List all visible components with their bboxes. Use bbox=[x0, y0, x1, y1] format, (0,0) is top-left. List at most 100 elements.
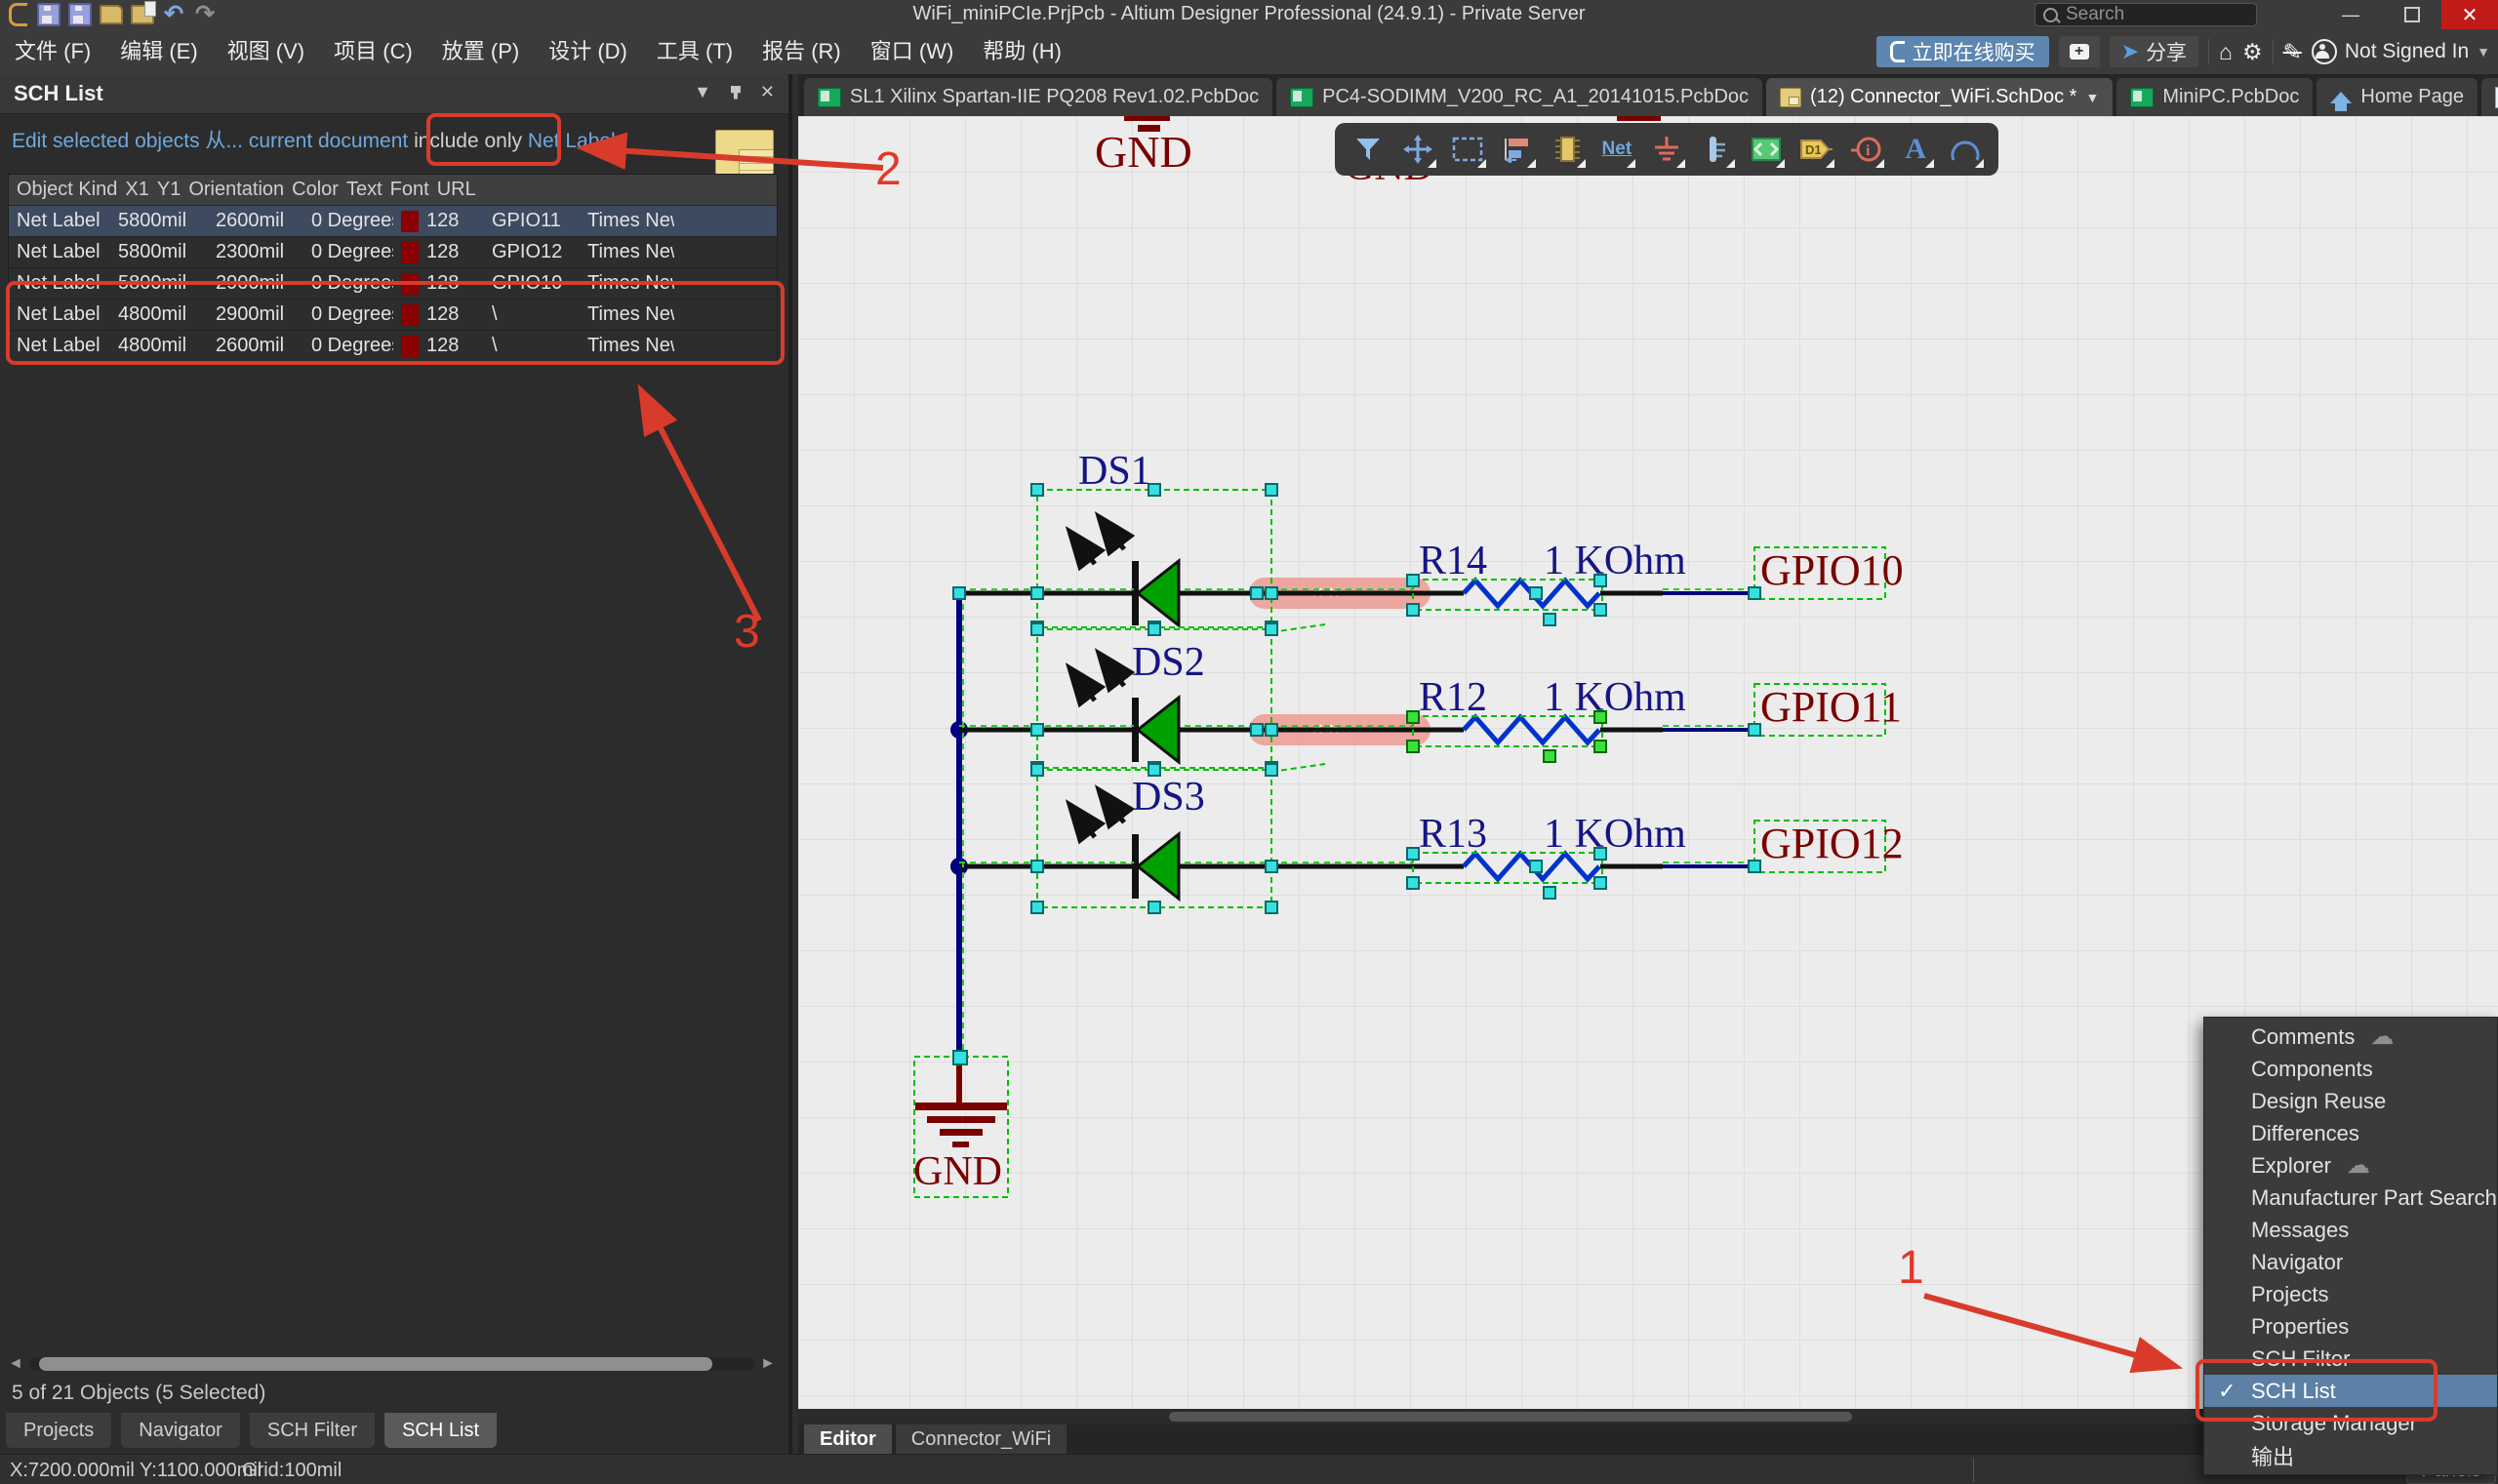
context-menu-item[interactable]: ✓ Projects ☁ bbox=[2204, 1278, 2497, 1310]
scroll-left-icon[interactable]: ◄ bbox=[8, 1355, 23, 1373]
resistor-designator[interactable]: R13 bbox=[1419, 811, 1487, 858]
scrollbar-thumb[interactable] bbox=[1169, 1412, 1852, 1422]
context-menu-item[interactable]: ✓ Navigator ☁ bbox=[2204, 1246, 2497, 1278]
place-part-icon[interactable] bbox=[1547, 129, 1588, 170]
tab-report[interactable]: e Design Rule Verification Report bbox=[2481, 78, 2498, 116]
resistor-designator[interactable]: R12 bbox=[1419, 674, 1487, 721]
resistor-value[interactable]: 1 KOhm bbox=[1544, 674, 1686, 721]
gnd-power-port-label[interactable]: GND bbox=[913, 1148, 1002, 1195]
panel-tab[interactable]: SCH List bbox=[384, 1413, 497, 1448]
net-labels-link[interactable]: Net Labels bbox=[528, 130, 625, 152]
column-header[interactable]: Color bbox=[284, 179, 339, 201]
place-power-port-icon[interactable] bbox=[1646, 129, 1687, 170]
menu-item[interactable]: 视图 (V) bbox=[213, 29, 319, 74]
menu-item[interactable]: 帮助 (H) bbox=[968, 29, 1076, 74]
menu-item[interactable]: 文件 (F) bbox=[0, 29, 105, 74]
scope-document-link[interactable]: current document bbox=[249, 130, 408, 152]
context-menu-item[interactable]: ✓ Storage Manager ☁ bbox=[2204, 1407, 2497, 1439]
place-text-icon[interactable]: A bbox=[1895, 129, 1936, 170]
menu-item[interactable]: 设计 (D) bbox=[534, 29, 642, 74]
tab-pcbdoc-1[interactable]: SL1 Xilinx Spartan-IIE PQ208 Rev1.02.Pcb… bbox=[804, 78, 1272, 116]
panel-filter-icon[interactable]: ▼ bbox=[694, 82, 711, 102]
column-header[interactable]: Y1 bbox=[149, 179, 181, 201]
column-header[interactable]: URL bbox=[429, 179, 476, 201]
tab-pcbdoc-2[interactable]: PC4-SODIMM_V200_RC_A1_20141015.PcbDoc bbox=[1276, 78, 1762, 116]
panel-tab[interactable]: SCH Filter bbox=[250, 1413, 375, 1448]
share-button[interactable]: ➤ 分享 bbox=[2110, 36, 2198, 67]
context-menu-item[interactable]: ✓ SCH Filter ☁ bbox=[2204, 1343, 2497, 1375]
select-area-icon[interactable] bbox=[1447, 129, 1488, 170]
context-menu-item[interactable]: ✓ Messages ☁ bbox=[2204, 1214, 2497, 1246]
place-directive-icon[interactable]: D1 bbox=[1795, 129, 1836, 170]
menu-item[interactable]: 项目 (C) bbox=[319, 29, 427, 74]
tab-schdoc-active[interactable]: (12) Connector_WiFi.SchDoc * ▼ bbox=[1766, 78, 2113, 116]
panel-tab[interactable]: Projects bbox=[6, 1413, 111, 1448]
column-header[interactable]: Orientation bbox=[181, 179, 284, 201]
net-label-gpio12[interactable]: GPIO12 bbox=[1760, 819, 1904, 868]
led-designator[interactable]: DS3 bbox=[1132, 774, 1205, 821]
context-menu-item[interactable]: ✓ Comments ☁ bbox=[2204, 1021, 2497, 1053]
move-icon[interactable] bbox=[1397, 129, 1438, 170]
home-icon[interactable]: ⌂ bbox=[2219, 39, 2233, 65]
sign-in-menu[interactable]: Not Signed In ▼ bbox=[2312, 39, 2490, 64]
place-sheet-symbol-icon[interactable] bbox=[1746, 129, 1787, 170]
context-menu-item[interactable]: ✓ SCH List ☁ bbox=[2204, 1375, 2497, 1407]
panel-close-icon[interactable]: ✕ bbox=[760, 82, 775, 102]
context-menu-item[interactable]: ✓ Explorer ☁ bbox=[2204, 1149, 2497, 1182]
menu-item[interactable]: 窗口 (W) bbox=[856, 29, 969, 74]
context-menu-item[interactable]: ✓ Components ☁ bbox=[2204, 1053, 2497, 1085]
minimize-button[interactable]: — bbox=[2327, 0, 2374, 29]
led-designator[interactable]: DS2 bbox=[1132, 639, 1205, 686]
tab-dropdown-icon[interactable]: ▼ bbox=[2085, 90, 2099, 105]
scrollbar-thumb[interactable] bbox=[39, 1357, 712, 1371]
context-menu-item[interactable]: ✓ Manufacturer Part Search ☁ bbox=[2204, 1182, 2497, 1214]
global-search-input[interactable]: Search bbox=[2035, 3, 2257, 26]
context-menu-item[interactable]: ✓ 输出 ☁ bbox=[2204, 1439, 2497, 1471]
panel-tab[interactable]: Navigator bbox=[121, 1413, 240, 1448]
gear-icon[interactable]: ⚙ bbox=[2242, 39, 2263, 65]
column-header[interactable]: Font bbox=[383, 179, 429, 201]
menu-item[interactable]: 工具 (T) bbox=[642, 29, 747, 74]
align-icon[interactable] bbox=[1497, 129, 1538, 170]
restore-button[interactable] bbox=[2389, 0, 2436, 29]
editor-tab[interactable]: Connector_WiFi bbox=[896, 1424, 1067, 1454]
close-button[interactable]: ✕ bbox=[2441, 0, 2498, 29]
comments-hidden-icon[interactable]: ✎ bbox=[2283, 39, 2302, 65]
context-menu-item[interactable]: ✓ Design Reuse ☁ bbox=[2204, 1085, 2497, 1117]
menu-item[interactable]: 报告 (R) bbox=[747, 29, 856, 74]
tab-pcbdoc-3[interactable]: MiniPC.PcbDoc bbox=[2116, 78, 2313, 116]
menu-item[interactable]: 编辑 (E) bbox=[105, 29, 212, 74]
net-label-gpio11[interactable]: GPIO11 bbox=[1760, 682, 1902, 732]
place-arc-icon[interactable] bbox=[1945, 129, 1986, 170]
panel-pin-icon[interactable] bbox=[731, 86, 741, 100]
gnd-power-port[interactable] bbox=[915, 1059, 1007, 1147]
column-header[interactable]: Text bbox=[339, 179, 383, 201]
scroll-right-icon[interactable]: ► bbox=[760, 1355, 776, 1373]
context-menu-item[interactable]: ✓ Differences ☁ bbox=[2204, 1117, 2497, 1149]
add-comment-button[interactable]: + bbox=[2059, 36, 2100, 67]
filter-icon[interactable] bbox=[1348, 129, 1389, 170]
table-row[interactable]: Net Label 5800mil 2600mil 0 Degrees 128 … bbox=[9, 206, 777, 237]
place-net-label-icon[interactable]: Net bbox=[1596, 129, 1637, 170]
resistor-value[interactable]: 1 KOhm bbox=[1544, 538, 1686, 584]
panel-horizontal-scrollbar[interactable]: ◄ ► bbox=[8, 1354, 776, 1374]
table-row[interactable]: Net Label 4800mil 2900mil 0 Degrees 128 … bbox=[9, 300, 777, 331]
table-row[interactable]: Net Label 5800mil 2900mil 0 Degrees 128 … bbox=[9, 268, 777, 300]
table-row[interactable]: Net Label 5800mil 2300mil 0 Degrees 128 … bbox=[9, 237, 777, 268]
menu-item[interactable]: 放置 (P) bbox=[427, 29, 534, 74]
table-row[interactable]: Net Label 4800mil 2600mil 0 Degrees 128 … bbox=[9, 331, 777, 362]
no-erc-icon[interactable]: i bbox=[1845, 129, 1886, 170]
led-designator[interactable]: DS1 bbox=[1078, 448, 1151, 495]
column-header[interactable]: Object Kind bbox=[9, 179, 117, 201]
edit-mode-link[interactable]: Edit selected objects bbox=[12, 130, 200, 152]
column-header[interactable]: X1 bbox=[117, 179, 148, 201]
table-header-row[interactable]: Object KindX1Y1OrientationColorTextFontU… bbox=[9, 175, 777, 206]
context-menu-item[interactable]: ✓ Properties ☁ bbox=[2204, 1310, 2497, 1343]
editor-tab[interactable]: Editor bbox=[804, 1424, 892, 1454]
scope-from-link[interactable]: 从... bbox=[205, 130, 243, 152]
place-harness-icon[interactable] bbox=[1696, 129, 1737, 170]
tab-home-page[interactable]: Home Page bbox=[2317, 78, 2478, 116]
resistor-value[interactable]: 1 KOhm bbox=[1544, 811, 1686, 858]
net-label-gpio10[interactable]: GPIO10 bbox=[1760, 545, 1904, 595]
buy-online-button[interactable]: 立即在线购买 bbox=[1876, 36, 2049, 67]
